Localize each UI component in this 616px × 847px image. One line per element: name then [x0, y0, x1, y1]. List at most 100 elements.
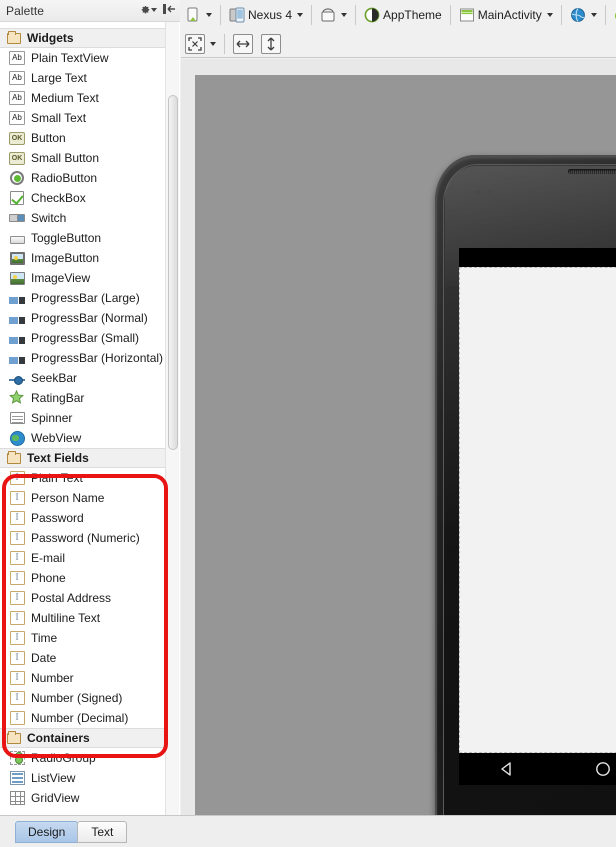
palette-scrollbar[interactable]	[165, 22, 179, 815]
palette-item[interactable]: CheckBox	[0, 188, 166, 208]
radio-group-icon-glyph	[9, 751, 25, 765]
fit-width-icon-box	[233, 33, 253, 54]
text-field-icon: I	[9, 630, 25, 646]
palette-item[interactable]: Spinner	[0, 408, 166, 428]
palette-item[interactable]: I Number (Decimal)	[0, 708, 166, 728]
device-button[interactable]: Nexus 4	[225, 3, 307, 27]
palette-item-label: Person Name	[31, 491, 105, 505]
zoom-height-button[interactable]	[257, 32, 285, 56]
configuration-button[interactable]	[181, 3, 216, 27]
api-level-button[interactable]: 21	[610, 3, 616, 27]
palette-item[interactable]: ImageButton	[0, 248, 166, 268]
palette-item-label: RadioButton	[31, 171, 98, 185]
palette-item[interactable]: OK Button	[0, 128, 166, 148]
palette-group-label: Containers	[27, 731, 90, 745]
palette-item[interactable]: I Phone	[0, 568, 166, 588]
collapse-panel-icon[interactable]	[162, 2, 176, 18]
grid-view-icon	[9, 790, 25, 806]
palette-item[interactable]: ProgressBar (Large)	[0, 288, 166, 308]
palette-item[interactable]: I Multiline Text	[0, 608, 166, 628]
chevron-down-icon	[151, 8, 157, 12]
palette-item[interactable]: I Password (Numeric)	[0, 528, 166, 548]
palette-item[interactable]: Switch	[0, 208, 166, 228]
text-field-icon-glyph: I	[9, 571, 25, 585]
text-field-icon: I	[9, 590, 25, 606]
theme-button[interactable]: AppTheme	[360, 3, 446, 27]
activity-button[interactable]: MainActivity	[455, 3, 557, 27]
ok-button-icon-glyph: OK	[9, 131, 25, 145]
zoom-fit-button[interactable]	[181, 32, 220, 56]
palette-item[interactable]: Ab Small Text	[0, 108, 166, 128]
palette-item[interactable]: I Person Name	[0, 488, 166, 508]
chevron-down-icon	[297, 12, 304, 17]
palette-item[interactable]: I Date	[0, 648, 166, 668]
checkbox-icon	[9, 190, 25, 206]
palette-item-label: Phone	[31, 571, 66, 585]
palette-item[interactable]: RadioGroup	[0, 748, 166, 768]
palette-item[interactable]: I E-mail	[0, 548, 166, 568]
palette-item[interactable]: RatingBar	[0, 388, 166, 408]
palette-item[interactable]: ProgressBar (Small)	[0, 328, 166, 348]
palette-item[interactable]: ProgressBar (Horizontal)	[0, 348, 166, 368]
zoom-width-button[interactable]	[229, 32, 257, 56]
switch-icon	[9, 210, 25, 226]
palette-item[interactable]: SeekBar	[0, 368, 166, 388]
palette-item[interactable]: I Password	[0, 508, 166, 528]
palette-item[interactable]: I Time	[0, 628, 166, 648]
editor-tab-design[interactable]: Design	[15, 821, 79, 843]
palette-item-label: RatingBar	[31, 391, 85, 405]
palette-item-label: ProgressBar (Normal)	[31, 311, 148, 325]
palette-item[interactable]: GridView	[0, 788, 166, 808]
palette-item-label: Number (Signed)	[31, 691, 123, 705]
palette-item[interactable]: Ab Plain TextView	[0, 48, 166, 68]
palette-item[interactable]: ProgressBar (Normal)	[0, 308, 166, 328]
palette-item[interactable]: Ab Medium Text	[0, 88, 166, 108]
palette-item-list: Widgets Ab Plain TextView Ab Large Text Ab Med…	[0, 22, 166, 815]
palette-group-widgets[interactable]: Widgets	[0, 28, 166, 48]
device-preview-nexus-4[interactable]: 5:00	[435, 155, 616, 847]
palette-item[interactable]: Ab Large Text	[0, 68, 166, 88]
gear-icon[interactable]	[141, 2, 157, 18]
palette-group-containers[interactable]: Containers	[0, 728, 166, 748]
device-screen[interactable]: 5:00	[459, 248, 616, 785]
palette-item[interactable]: I Number (Signed)	[0, 688, 166, 708]
device-speaker-grille	[567, 169, 616, 174]
palette-item-partial-bottom[interactable]	[0, 808, 166, 815]
layout-root-view[interactable]	[459, 267, 616, 753]
chevron-down-icon	[341, 12, 348, 17]
palette-item[interactable]: ImageView	[0, 268, 166, 288]
palette-item-label: Password	[31, 511, 84, 525]
ok-button-icon-glyph: OK	[9, 151, 25, 165]
design-canvas[interactable]: 5:00	[195, 75, 616, 847]
palette-item[interactable]: RadioButton	[0, 168, 166, 188]
palette-item-label: Small Button	[31, 151, 100, 165]
palette-scrollbar-thumb[interactable]	[168, 95, 178, 450]
palette-item[interactable]: I Number	[0, 668, 166, 688]
palette-scroll-region[interactable]: Widgets Ab Plain TextView Ab Large Text Ab Med…	[0, 22, 180, 815]
fit-height-icon-box	[261, 33, 281, 54]
palette-item[interactable]: ListView	[0, 768, 166, 788]
device-body: 5:00	[435, 155, 616, 847]
palette-item-label: RadioGroup	[31, 751, 96, 765]
ab-icon: Ab	[9, 50, 25, 66]
palette-item[interactable]: OK Small Button	[0, 148, 166, 168]
home-icon[interactable]	[593, 759, 613, 779]
text-field-icon: I	[9, 510, 25, 526]
palette-group-text-fields[interactable]: Text Fields	[0, 448, 166, 468]
ok-button-icon: OK	[9, 130, 25, 146]
locale-button[interactable]	[566, 3, 601, 27]
editor-tab-text[interactable]: Text	[77, 821, 128, 843]
palette-item[interactable]: WebView	[0, 428, 166, 448]
palette-item-label: Postal Address	[31, 591, 112, 605]
list-view-icon	[9, 770, 25, 786]
rating-star-icon	[9, 390, 25, 406]
back-icon[interactable]	[497, 759, 517, 779]
palette-item[interactable]: I Plain Text	[0, 468, 166, 488]
palette-item[interactable]: ToggleButton	[0, 228, 166, 248]
palette-item[interactable]: I Postal Address	[0, 588, 166, 608]
text-field-icon: I	[9, 690, 25, 706]
palette-item-label: GridView	[31, 791, 80, 805]
orientation-button[interactable]	[316, 3, 351, 27]
web-view-icon	[9, 430, 25, 446]
text-field-icon-glyph: I	[9, 611, 25, 625]
